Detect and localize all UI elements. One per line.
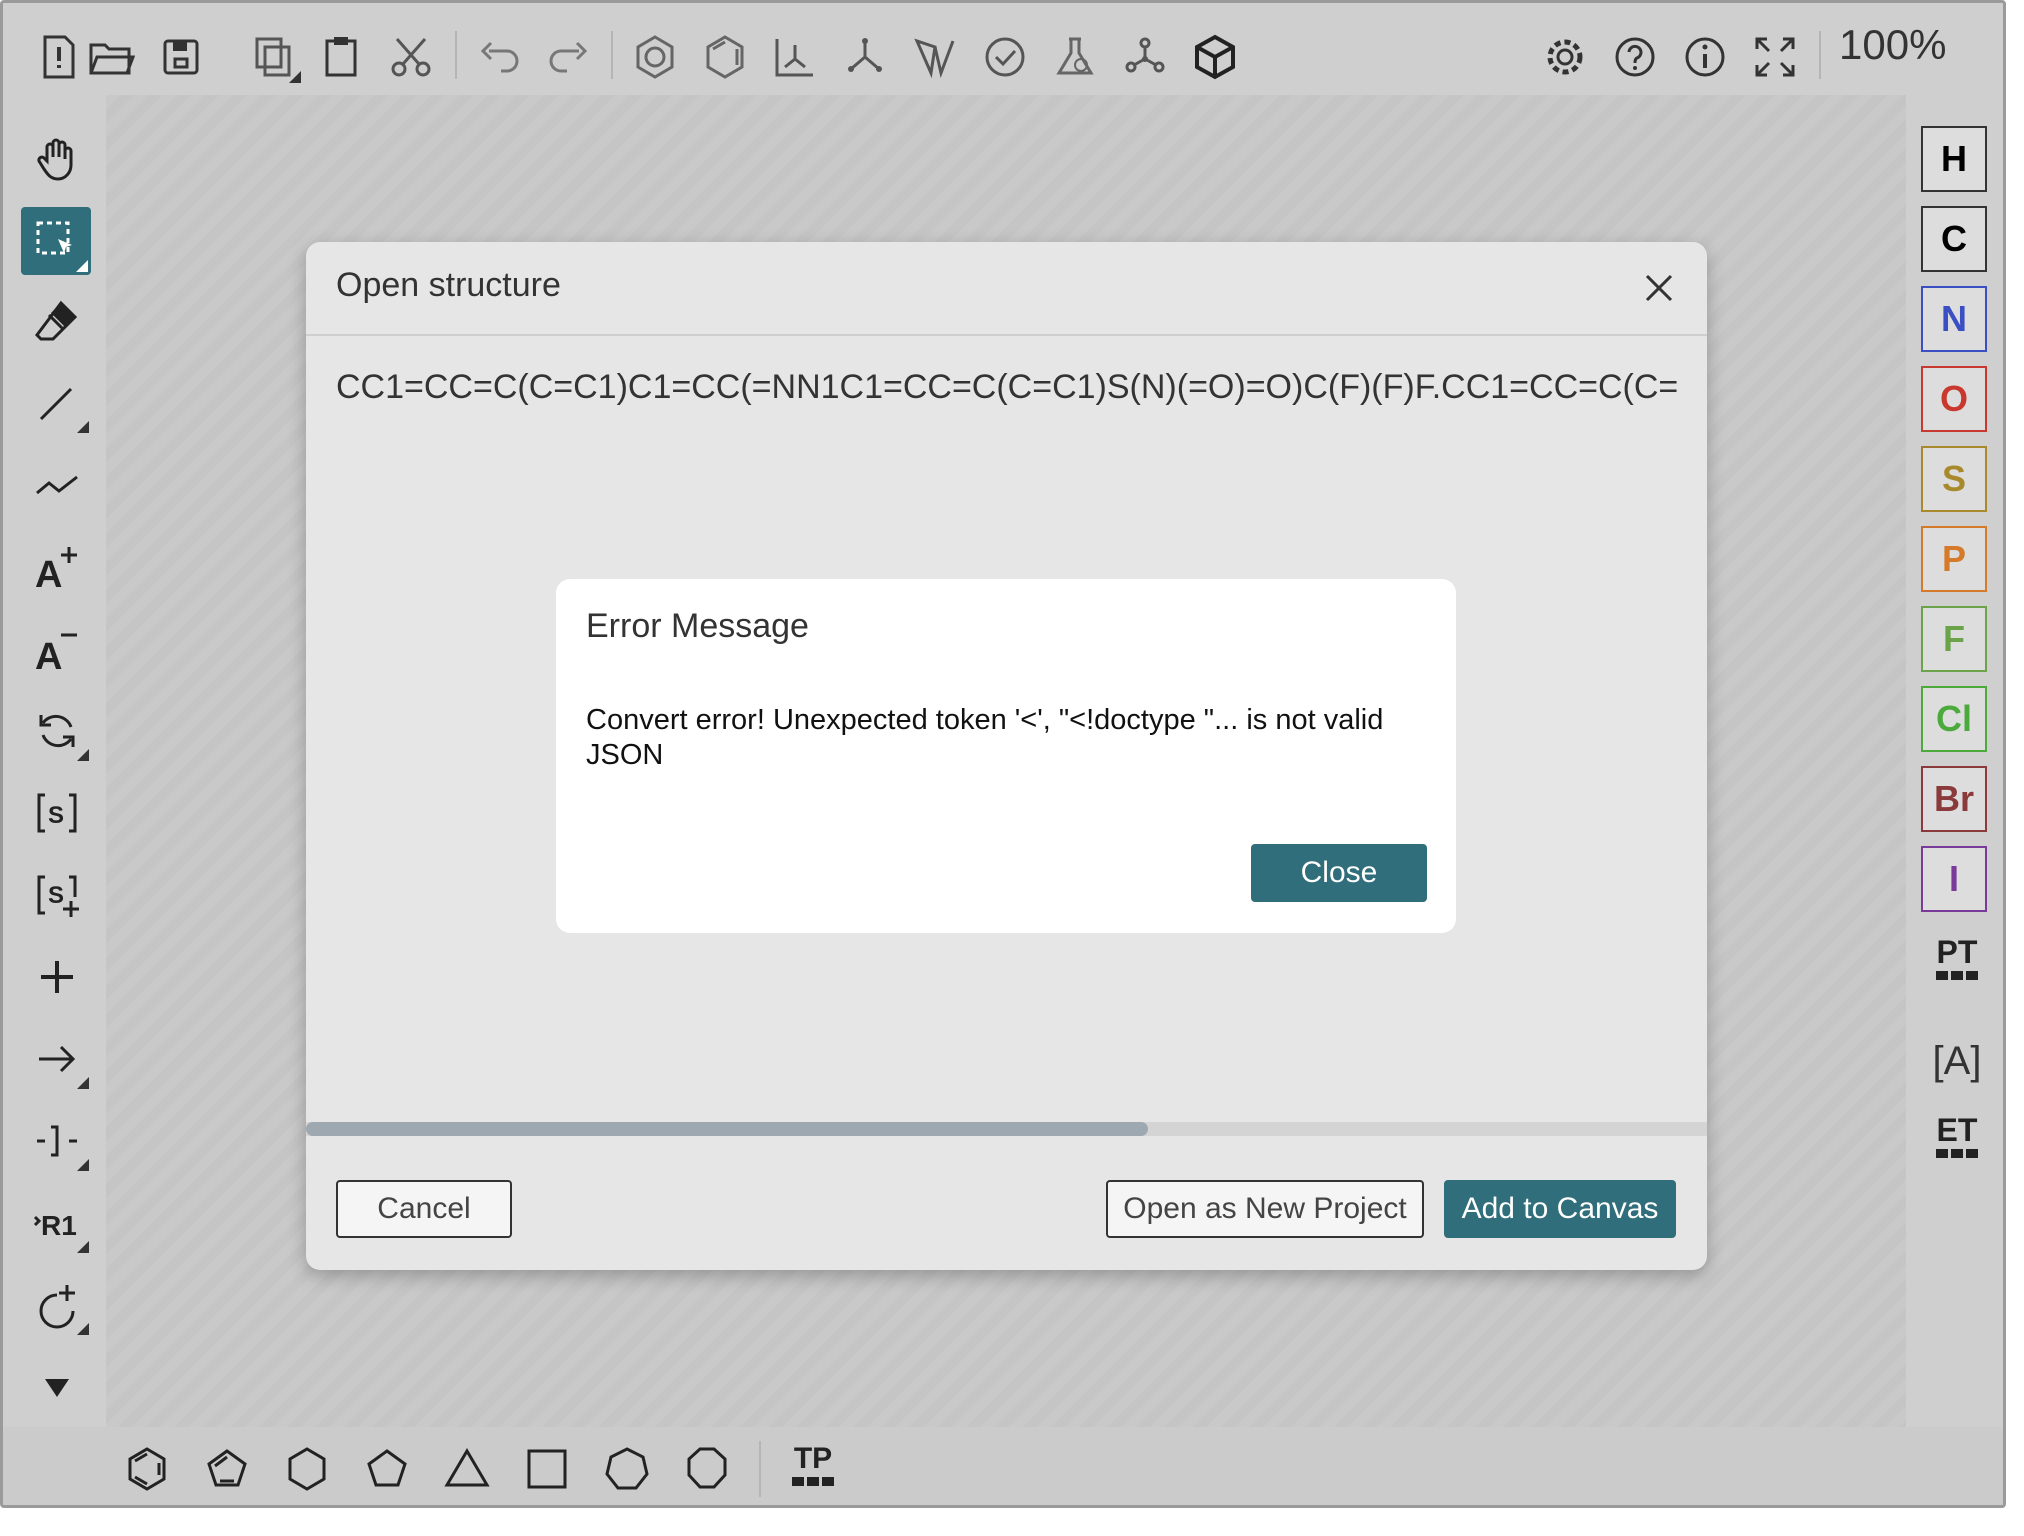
svg-text:S: S (48, 802, 64, 829)
attach-icon[interactable] (29, 1277, 89, 1335)
error-close-button[interactable]: Close (1251, 844, 1427, 902)
save-icon[interactable] (153, 29, 209, 85)
rgroup-icon[interactable]: R1 (29, 1195, 89, 1253)
atom-p-button[interactable]: P (1921, 526, 1987, 592)
top-toolbar: 100% (3, 3, 2003, 95)
stereo-icon[interactable] (907, 29, 963, 85)
3d-molecule-icon[interactable] (1117, 29, 1173, 85)
close-icon[interactable] (1635, 264, 1683, 312)
text-tool-button[interactable]: [A] (1925, 1031, 1989, 1091)
paste-icon[interactable] (313, 29, 369, 85)
templates-button[interactable]: TP (785, 1443, 841, 1499)
atom-f-button[interactable]: F (1921, 606, 1987, 672)
settings-icon[interactable] (1537, 29, 1593, 85)
cyclopropane-icon[interactable] (439, 1441, 495, 1497)
undo-icon[interactable] (471, 29, 527, 85)
cut-icon[interactable] (383, 29, 439, 85)
check-icon[interactable] (977, 29, 1033, 85)
plus-icon[interactable] (29, 949, 85, 1005)
error-text: Convert error! Unexpected token '<', "<!… (586, 704, 1384, 771)
add-to-canvas-button[interactable]: Add to Canvas (1444, 1180, 1676, 1238)
copy-icon[interactable] (247, 29, 303, 85)
calculated-values-icon[interactable] (1047, 29, 1103, 85)
atom-label: Cl (1936, 698, 1972, 739)
chain-icon[interactable] (29, 457, 85, 513)
svg-text:A: A (35, 636, 62, 673)
svg-text:R1: R1 (41, 1210, 77, 1241)
left-toolbar: A A S S R1 (3, 95, 106, 1427)
fullscreen-icon[interactable] (1747, 29, 1803, 85)
dearomatize-icon[interactable] (697, 29, 753, 85)
select-icon[interactable] (21, 207, 91, 275)
error-message-dialog: Error Message Convert error! Unexpected … (556, 579, 1456, 933)
periodic-table-button[interactable]: PT (1929, 935, 1985, 991)
cyclopentadiene-icon[interactable] (199, 1441, 255, 1497)
atom-label: H (1941, 138, 1967, 179)
error-title: Error Message (586, 607, 809, 645)
clean-up-icon[interactable] (837, 29, 893, 85)
new-file-icon[interactable] (31, 29, 87, 85)
hand-icon[interactable] (29, 131, 85, 187)
atom-n-button[interactable]: N (1921, 286, 1987, 352)
arrow-icon[interactable] (29, 1031, 89, 1089)
atom-i-button[interactable]: I (1921, 846, 1987, 912)
cyclohexane-icon[interactable] (279, 1441, 335, 1497)
dialog-title: Open structure (336, 266, 561, 304)
atom-label: Br (1933, 778, 1974, 819)
atom-s-button[interactable]: S (1921, 446, 1987, 512)
atom-label: F (1943, 618, 1965, 659)
atom-o-button[interactable]: O (1921, 366, 1987, 432)
atom-label: I (1948, 858, 1959, 899)
scrollbar-thumb[interactable] (306, 1122, 1148, 1136)
more-icon[interactable] (29, 1359, 85, 1415)
aromatize-icon[interactable] (627, 29, 683, 85)
cancel-button[interactable]: Cancel (336, 1180, 512, 1238)
redo-icon[interactable] (541, 29, 597, 85)
single-bond-icon[interactable] (29, 375, 89, 433)
atom-h-button[interactable]: H (1921, 126, 1987, 192)
charge-minus-icon[interactable]: A (29, 621, 85, 677)
svg-text:A: A (35, 554, 62, 591)
periodic-table-label: PT (1936, 934, 1978, 970)
atom-br-button[interactable]: Br (1921, 766, 1987, 832)
charge-plus-icon[interactable]: A (29, 539, 85, 595)
layout-icon[interactable] (767, 29, 823, 85)
rotate-icon[interactable] (29, 703, 89, 761)
bottom-toolbar: TP (3, 1427, 2003, 1505)
benzene-icon[interactable] (119, 1441, 175, 1497)
cube-icon[interactable] (1187, 29, 1243, 85)
atom-label: S (1941, 458, 1966, 499)
templates-label: TP (793, 1442, 833, 1475)
eraser-icon[interactable] (29, 293, 85, 349)
help-icon[interactable] (1607, 29, 1663, 85)
bracket-icon[interactable] (29, 1113, 89, 1171)
info-icon[interactable] (1677, 29, 1733, 85)
app-window: 100% A A S S R1 H C N O S P F Cl Br I PT… (0, 0, 2006, 1508)
cyclobutane-icon[interactable] (519, 1441, 575, 1497)
atom-label: O (1939, 378, 1968, 419)
svg-text:S: S (48, 882, 64, 909)
atom-c-button[interactable]: C (1921, 206, 1987, 272)
zoom-level[interactable]: 100% (1839, 21, 1946, 69)
extended-table-button[interactable]: ET (1929, 1113, 1985, 1169)
extended-table-label: ET (1936, 1112, 1978, 1148)
sgroup-add-icon[interactable]: S (29, 867, 85, 923)
open-as-new-project-button[interactable]: Open as New Project (1106, 1180, 1424, 1238)
cyclooctane-icon[interactable] (679, 1441, 735, 1497)
dialog-header: Open structure (306, 242, 1707, 336)
open-folder-icon[interactable] (83, 29, 139, 85)
atom-label: C (1941, 218, 1967, 259)
atom-cl-button[interactable]: Cl (1921, 686, 1987, 752)
cyclopentane-icon[interactable] (359, 1441, 415, 1497)
cycloheptane-icon[interactable] (599, 1441, 655, 1497)
sgroup-icon[interactable]: S (29, 785, 85, 841)
atom-label: P (1941, 538, 1966, 579)
smiles-textarea[interactable]: CC1=CC=C(C=C1)C1=CC(=NN1C1=CC=C(C=C1)S(N… (336, 368, 1678, 407)
atom-label: N (1941, 298, 1967, 339)
